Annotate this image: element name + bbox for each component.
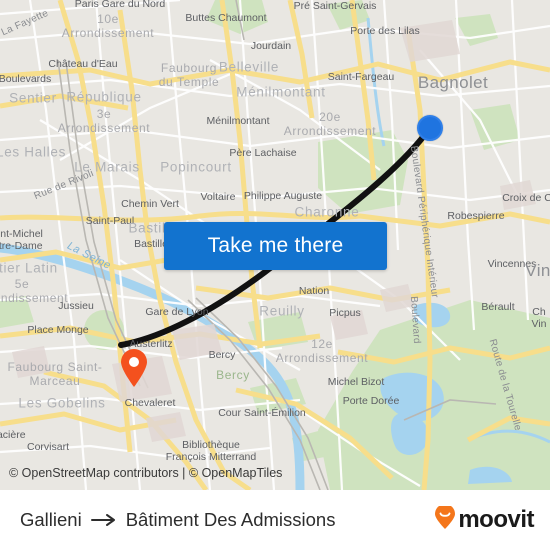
trip-summary: Gallieni Bâtiment Des Admissions [20, 509, 335, 531]
moovit-wordmark: moovit [458, 506, 534, 533]
bottom-bar: Gallieni Bâtiment Des Admissions moovit [0, 490, 550, 550]
trip-origin-label: Gallieni [20, 509, 82, 530]
take-me-there-button[interactable]: Take me there [164, 222, 387, 270]
moovit-pin-icon [434, 503, 456, 535]
origin-marker-gallieni[interactable] [417, 115, 443, 141]
moovit-trip-screen: Paris Gare du Nord Pré Saint-Gervais Butte… [0, 0, 550, 550]
map-canvas[interactable]: Paris Gare du Nord Pré Saint-Gervais Butte… [0, 0, 550, 490]
trip-destination-label: Bâtiment Des Admissions [125, 509, 336, 530]
moovit-logo[interactable]: moovit [434, 503, 534, 535]
arrow-right-icon [90, 513, 117, 527]
map-attribution[interactable]: © OpenStreetMap contributors | © OpenMap… [9, 466, 282, 480]
map-pin-icon [121, 349, 147, 387]
